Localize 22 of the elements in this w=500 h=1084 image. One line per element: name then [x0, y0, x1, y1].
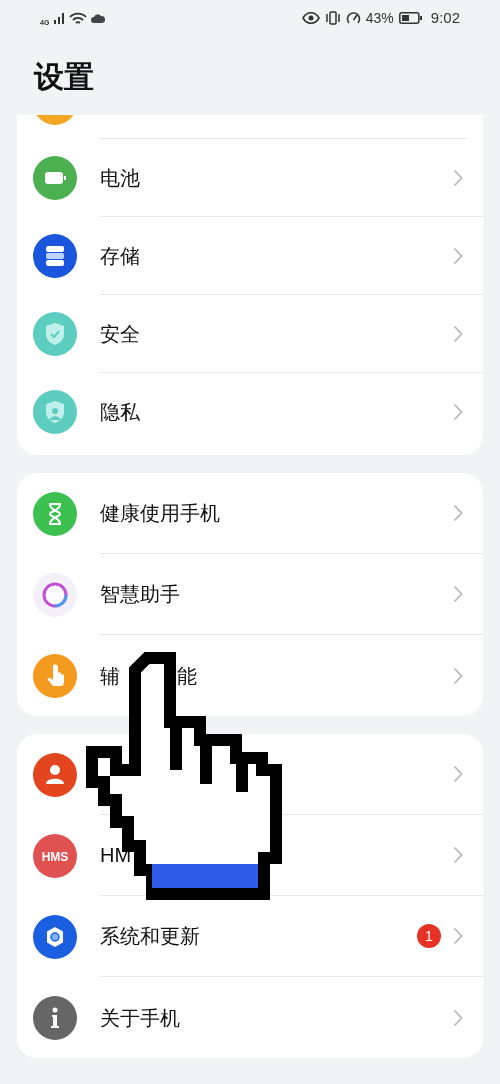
settings-item[interactable]: 健康使用手机 — [17, 473, 483, 554]
settings-item[interactable]: 存储 — [17, 217, 483, 295]
item-label: 能 — [177, 665, 197, 686]
item-label: 隐私 — [100, 402, 140, 422]
page-title: 设置 — [34, 60, 94, 93]
time: 9:02 — [430, 7, 460, 28]
battery-percent: 43% — [365, 8, 394, 28]
item-label: 健康使用手机 — [100, 503, 220, 523]
item-label: 智慧助手 — [100, 584, 180, 604]
settings-item[interactable]: 隐私 — [17, 373, 483, 451]
settings-item[interactable]: 关于手机 — [17, 977, 483, 1058]
item-label: 存储 — [100, 245, 140, 266]
item-label: 辅 — [100, 665, 120, 686]
settings-item[interactable]: 电池 — [17, 139, 483, 217]
item-label: 系统和更新 — [100, 926, 200, 946]
notification-badge: 1 — [417, 924, 441, 948]
item-label: 电池 — [100, 167, 140, 188]
settings-item[interactable]: 安全 — [17, 295, 483, 373]
item-label: 关于手机 — [100, 1007, 180, 1028]
hms-icon: HMS — [33, 833, 77, 878]
item-label: 安全 — [100, 323, 140, 344]
settings-item[interactable]: 智慧助手 — [17, 554, 483, 635]
